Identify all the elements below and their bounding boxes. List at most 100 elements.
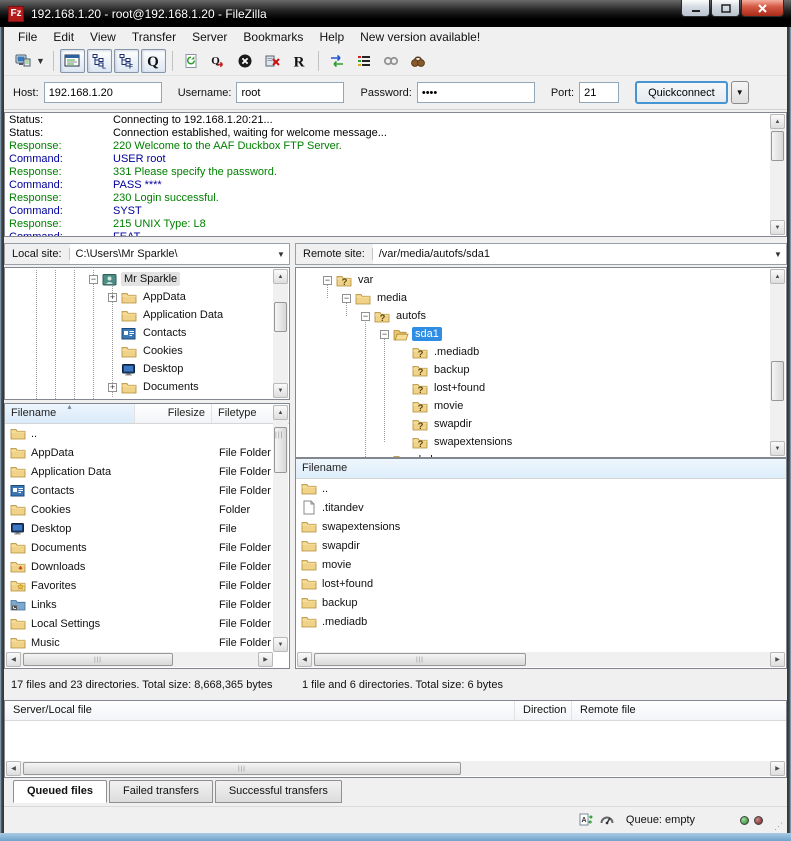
minimize-button[interactable] [681, 0, 710, 17]
host-input[interactable] [44, 82, 162, 103]
remote-list-horizontal-scrollbar[interactable]: ◀ ||| ▶ [297, 652, 785, 667]
scroll-left-icon[interactable]: ◀ [297, 652, 312, 667]
scroll-up-icon[interactable]: ▲ [770, 269, 785, 284]
remote-tree-scrollbar-thumb[interactable] [771, 361, 784, 401]
file-row-appdata[interactable]: AppDataFile Folder [5, 443, 289, 462]
refresh-button[interactable] [179, 49, 204, 73]
process-queue-button[interactable]: Q [206, 49, 231, 73]
column-header-filename[interactable]: Filename [296, 459, 786, 478]
synchronized-browsing-button[interactable] [379, 49, 404, 73]
transfer-type-icon[interactable]: A [578, 812, 594, 828]
file-row-favorites[interactable]: FavoritesFile Folder [5, 576, 289, 595]
tree-node-movie[interactable]: ?movie [296, 397, 786, 415]
file-row-documents[interactable]: DocumentsFile Folder [5, 538, 289, 557]
menu-item-transfer[interactable]: Transfer [124, 28, 184, 46]
local-list-vertical-scrollbar[interactable]: ▲ ||| ▼ [273, 405, 288, 652]
file-row-swapdir[interactable]: swapdir [296, 536, 786, 555]
tree-node-autofs[interactable]: −?autofs [296, 307, 786, 325]
remote-list-hscroll-thumb[interactable]: ||| [314, 653, 526, 666]
column-header-filesize[interactable]: Filesize [135, 404, 212, 423]
maximize-button[interactable] [711, 0, 740, 17]
scroll-up-icon[interactable]: ▲ [273, 269, 288, 284]
toggle-local-tree-button[interactable]: L [87, 49, 112, 73]
file-row-links[interactable]: LinksFile Folder [5, 595, 289, 614]
file-row-backup[interactable]: backup [296, 593, 786, 612]
scroll-right-icon[interactable]: ▶ [258, 652, 273, 667]
file-row-swapextensions[interactable]: swapextensions [296, 517, 786, 536]
local-tree-vertical-scrollbar[interactable]: ▲ ▼ [273, 269, 288, 398]
column-header-remote-file[interactable]: Remote file [572, 701, 786, 720]
scroll-up-icon[interactable]: ▲ [273, 405, 288, 420]
tree-node-documents[interactable]: +Documents [5, 378, 289, 396]
file-row-[interactable]: .. [5, 424, 289, 443]
file-row-lost-found[interactable]: lost+found [296, 574, 786, 593]
tree-node-mediadb[interactable]: ?.mediadb [296, 343, 786, 361]
resize-grip[interactable]: ⋰ [774, 820, 786, 832]
tree-collapse-icon[interactable]: − [380, 330, 389, 339]
tab-successful-transfers[interactable]: Successful transfers [215, 780, 342, 803]
tree-collapse-icon[interactable]: − [89, 275, 98, 284]
site-manager-button[interactable] [10, 49, 35, 73]
tree-collapse-icon[interactable]: − [342, 294, 351, 303]
cancel-button[interactable] [233, 49, 258, 73]
tree-node-dvd[interactable]: ?dvd [296, 451, 786, 458]
tree-expand-icon[interactable]: + [108, 383, 117, 392]
file-row-music[interactable]: MusicFile Folder [5, 633, 289, 652]
tree-node-sda1[interactable]: −sda1 [296, 325, 786, 343]
scroll-down-icon[interactable]: ▼ [273, 383, 288, 398]
tab-failed-transfers[interactable]: Failed transfers [109, 780, 213, 803]
reconnect-button[interactable]: R [287, 49, 312, 73]
local-list-horizontal-scrollbar[interactable]: ◀ ||| ▶ [6, 652, 273, 667]
directory-listing-button[interactable] [352, 49, 377, 73]
menu-item-file[interactable]: File [10, 28, 45, 46]
quickconnect-dropdown-button[interactable]: ▼ [731, 81, 749, 104]
file-row-titandev[interactable]: .titandev [296, 498, 786, 517]
log-scrollbar-thumb[interactable] [771, 131, 784, 161]
scroll-left-icon[interactable]: ◀ [6, 652, 21, 667]
toggle-queue-button[interactable]: Q [141, 49, 166, 73]
tab-queued-files[interactable]: Queued files [13, 780, 107, 803]
tree-node-backup[interactable]: ?backup [296, 361, 786, 379]
tree-collapse-icon[interactable]: − [361, 312, 370, 321]
local-list-hscroll-thumb[interactable]: ||| [23, 653, 173, 666]
queue-hscroll-thumb[interactable]: ||| [23, 762, 461, 775]
close-button[interactable] [741, 0, 784, 17]
scroll-down-icon[interactable]: ▼ [273, 637, 288, 652]
toggle-message-log-button[interactable] [60, 49, 85, 73]
tree-collapse-icon[interactable]: − [323, 276, 332, 285]
toggle-remote-tree-button[interactable]: F [114, 49, 139, 73]
tree-node-var[interactable]: −?var [296, 271, 786, 289]
tree-node-contacts[interactable]: Contacts [5, 324, 289, 342]
tree-node-swapextensions[interactable]: ?swapextensions [296, 433, 786, 451]
compare-directories-button[interactable] [325, 49, 350, 73]
file-row-local-settings[interactable]: Local SettingsFile Folder [5, 614, 289, 633]
remote-site-path-combobox[interactable]: /var/media/autofs/sda1 [373, 244, 770, 264]
log-vertical-scrollbar[interactable]: ▲ ▼ [770, 114, 785, 235]
tree-node-lost-found[interactable]: ?lost+found [296, 379, 786, 397]
column-header-direction[interactable]: Direction [515, 701, 572, 720]
scroll-up-icon[interactable]: ▲ [770, 114, 785, 129]
file-row-contacts[interactable]: ContactsFile Folder [5, 481, 289, 500]
disconnect-button[interactable] [260, 49, 285, 73]
menu-item-server[interactable]: Server [184, 28, 235, 46]
menu-item-view[interactable]: View [82, 28, 124, 46]
tree-node-application-data[interactable]: Application Data [5, 306, 289, 324]
file-row-desktop[interactable]: DesktopFile [5, 519, 289, 538]
local-site-path-combobox[interactable]: C:\Users\Mr Sparkle\ [70, 244, 273, 264]
tree-expand-icon[interactable]: + [108, 293, 117, 302]
tree-node-swapdir[interactable]: ?swapdir [296, 415, 786, 433]
dropdown-caret-icon[interactable]: ▼ [36, 56, 45, 66]
local-list-scrollbar-thumb[interactable]: ||| [274, 427, 287, 473]
tree-node-media[interactable]: −media [296, 289, 786, 307]
menu-item-help[interactable]: Help [311, 28, 352, 46]
chevron-down-icon[interactable]: ▼ [770, 244, 786, 264]
menu-item-edit[interactable]: Edit [45, 28, 82, 46]
tree-node-desktop[interactable]: Desktop [5, 360, 289, 378]
tree-node-cookies[interactable]: Cookies [5, 342, 289, 360]
find-files-button[interactable] [406, 49, 431, 73]
menu-item-bookmarks[interactable]: Bookmarks [235, 28, 311, 46]
queue-horizontal-scrollbar[interactable]: ◀ ||| ▶ [6, 761, 785, 776]
scroll-down-icon[interactable]: ▼ [770, 441, 785, 456]
password-input[interactable] [417, 82, 535, 103]
scroll-right-icon[interactable]: ▶ [770, 652, 785, 667]
